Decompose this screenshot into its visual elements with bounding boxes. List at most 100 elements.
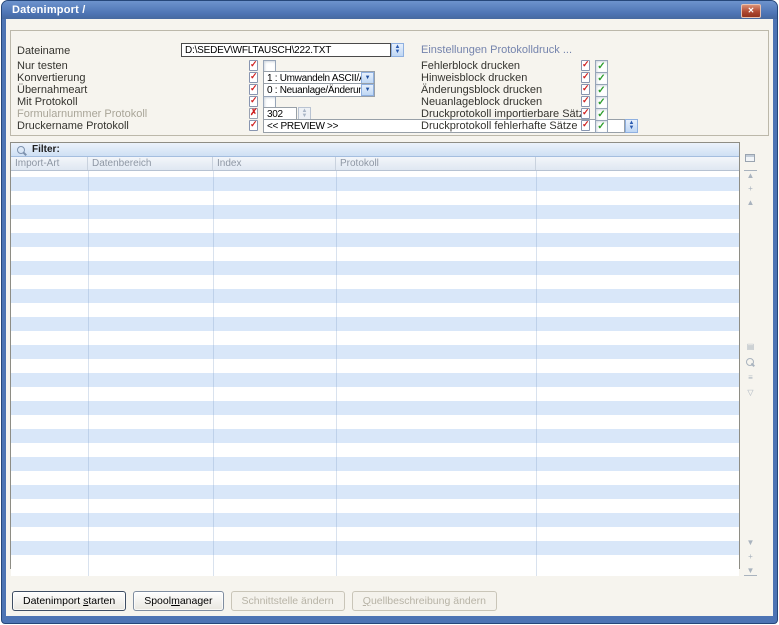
edit-flag-icon[interactable]	[581, 72, 590, 83]
column-header-import-art[interactable]: Import-Art	[11, 157, 88, 170]
table-row[interactable]	[11, 303, 739, 317]
filter-bar[interactable]: Filter:	[11, 143, 739, 157]
table-row[interactable]	[11, 191, 739, 205]
edit-blocked-icon	[249, 108, 258, 119]
column-header-protokoll[interactable]: Protokoll	[336, 157, 536, 170]
edit-flag-icon[interactable]	[581, 60, 590, 71]
edit-flag-icon[interactable]	[581, 96, 590, 107]
table-row[interactable]	[11, 415, 739, 429]
druckername-picker-button[interactable]: ▲▼	[625, 119, 638, 133]
table-row[interactable]	[11, 345, 739, 359]
dateiname-input[interactable]: D:\SEDEV\WFLTAUSCH\222.TXT	[181, 43, 391, 57]
table-row[interactable]	[11, 401, 739, 415]
uebernahmeart-dropdown[interactable]: 0 : Neuanlage/Änderung ▼	[263, 83, 375, 97]
sort-icon[interactable]: ≡	[744, 373, 757, 382]
druckprotokoll-fehlerhaft-checkbox[interactable]: ✓	[595, 120, 608, 133]
table-row[interactable]	[11, 527, 739, 541]
table-row[interactable]	[11, 471, 739, 485]
change-interface-button: Schnittstelle ändern	[231, 591, 345, 611]
move-up-icon[interactable]: +	[744, 184, 757, 193]
table-row[interactable]	[11, 317, 739, 331]
protokolldruck-header-link[interactable]: Einstellungen Protokolldruck ...	[421, 44, 572, 56]
table-row[interactable]	[11, 205, 739, 219]
table-row[interactable]	[11, 443, 739, 457]
table-row[interactable]	[11, 275, 739, 289]
table-body[interactable]	[11, 171, 739, 576]
druckername-label: Druckername Protokoll	[17, 120, 129, 132]
edit-flag-icon[interactable]	[249, 96, 258, 107]
dateiname-picker-button[interactable]: ▲▼	[391, 43, 404, 57]
konvertierung-label: Konvertierung	[17, 72, 86, 84]
table-row[interactable]	[11, 359, 739, 373]
close-icon: ✕	[748, 7, 755, 15]
window-content: Dateiname D:\SEDEV\WFLTAUSCH\222.TXT ▲▼ …	[6, 19, 773, 616]
table-row[interactable]	[11, 499, 739, 513]
dateiname-label: Dateiname	[17, 45, 70, 57]
hinweisblock-label: Hinweisblock drucken	[421, 72, 527, 84]
change-source-description-button: Quellbeschreibung ändern	[352, 591, 497, 611]
column-chooser-icon[interactable]	[745, 154, 755, 162]
uebernahmeart-label: Übernahmeart	[17, 84, 87, 96]
chevron-down-icon[interactable]: ▼	[361, 84, 374, 96]
scroll-down-icon[interactable]: ▼	[744, 538, 757, 547]
filter-label: Filter:	[32, 144, 60, 155]
table-row[interactable]	[11, 233, 739, 247]
edit-flag-icon[interactable]	[581, 120, 590, 131]
table-row[interactable]	[11, 219, 739, 233]
column-separator	[213, 171, 214, 576]
datenimport-window: Datenimport / ✕ Dateiname D:\SEDEV\WFLTA…	[1, 0, 778, 624]
table-header-row: Import-Art Datenbereich Index Protokoll	[11, 157, 739, 171]
window-title: Datenimport /	[12, 4, 86, 16]
neuanlageblock-label: Neuanlageblock drucken	[421, 96, 542, 108]
column-separator	[88, 171, 89, 576]
scroll-up-icon[interactable]: ▲	[744, 198, 757, 207]
table-row[interactable]	[11, 387, 739, 401]
table-row[interactable]	[11, 429, 739, 443]
import-table: Filter: Import-Art Datenbereich Index Pr…	[10, 142, 740, 569]
table-row[interactable]	[11, 485, 739, 499]
uebernahmeart-value: 0 : Neuanlage/Änderung	[267, 85, 369, 96]
table-row[interactable]	[11, 373, 739, 387]
spin-down-icon: ▼	[629, 126, 635, 131]
column-header-datenbereich[interactable]: Datenbereich	[88, 157, 213, 170]
column-separator	[336, 171, 337, 576]
edit-flag-icon[interactable]	[249, 120, 258, 131]
edit-flag-icon[interactable]	[249, 72, 258, 83]
druckprotokoll-fehlerhaft-label: Druckprotokoll fehlerhafte Sätze	[421, 120, 578, 132]
scroll-to-top-icon[interactable]: ▲	[744, 170, 757, 180]
table-row[interactable]	[11, 541, 739, 555]
close-button[interactable]: ✕	[741, 4, 761, 18]
edit-flag-icon[interactable]	[249, 60, 258, 71]
table-row[interactable]	[11, 331, 739, 345]
spoolmanager-button[interactable]: Spoolmanager	[133, 591, 223, 611]
table-row[interactable]	[11, 513, 739, 527]
aenderungsblock-label: Änderungsblock drucken	[421, 84, 542, 96]
start-import-button[interactable]: Datenimport starten	[12, 591, 126, 611]
column-header-extra[interactable]	[536, 157, 739, 170]
formularnummer-label: Formularnummer Protokoll	[17, 108, 147, 120]
fehlerblock-label: Fehlerblock drucken	[421, 60, 520, 72]
edit-flag-icon[interactable]	[249, 84, 258, 95]
konvertierung-value: 1 : Umwandeln ASCII/ANSI	[267, 73, 375, 84]
filter-funnel-icon[interactable]: ▽	[744, 388, 757, 397]
edit-flag-icon[interactable]	[581, 84, 590, 95]
search-icon	[17, 146, 25, 154]
column-header-index[interactable]: Index	[213, 157, 336, 170]
mit-protokoll-label: Mit Protokoll	[17, 96, 78, 108]
table-row[interactable]	[11, 177, 739, 191]
table-row[interactable]	[11, 289, 739, 303]
search-icon[interactable]	[746, 358, 754, 366]
nur-testen-label: Nur testen	[17, 60, 68, 72]
card-view-icon[interactable]: ▤	[744, 342, 757, 351]
edit-flag-icon[interactable]	[581, 108, 590, 119]
table-side-toolbar: ▲ + ▲ ▤ ≡ ▽ ▼ + ▼	[743, 142, 759, 569]
scroll-to-bottom-icon[interactable]: ▼	[744, 566, 757, 576]
table-row[interactable]	[11, 247, 739, 261]
import-settings-panel: Dateiname D:\SEDEV\WFLTAUSCH\222.TXT ▲▼ …	[10, 30, 769, 136]
table-row[interactable]	[11, 457, 739, 471]
move-down-icon[interactable]: +	[744, 552, 757, 561]
table-row[interactable]	[11, 261, 739, 275]
table-row[interactable]	[11, 555, 739, 569]
window-titlebar[interactable]: Datenimport /	[2, 1, 777, 19]
druckprotokoll-importierbar-label: Druckprotokoll importierbare Sätze	[421, 108, 590, 120]
